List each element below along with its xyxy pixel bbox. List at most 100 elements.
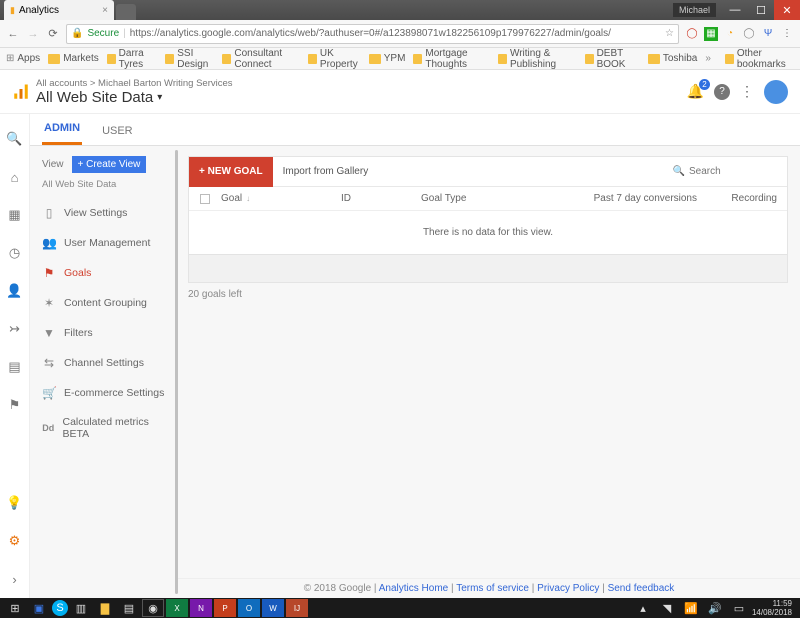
windows-taskbar: ⊞ ▣ S ▥ ▇ ▤ ◉ X N P O W IJ ▴ ◥ 📶 🔊 ▭ 11:… bbox=[0, 598, 800, 618]
maximize-button[interactable]: ☐ bbox=[748, 0, 774, 20]
tray-network-icon[interactable]: ◥ bbox=[656, 599, 678, 617]
notifications-icon[interactable]: 🔔2 bbox=[687, 83, 704, 100]
extension-icon[interactable]: ◔ bbox=[723, 27, 737, 41]
customization-icon[interactable]: ▦ bbox=[0, 196, 30, 234]
menu-user-management[interactable]: 👥User Management bbox=[36, 228, 172, 258]
bookmark-folder[interactable]: DEBT BOOK bbox=[585, 48, 640, 70]
omnibox[interactable]: 🔒 Secure | https://analytics.google.com/… bbox=[66, 24, 679, 44]
tray-wifi-icon[interactable]: 📶 bbox=[680, 599, 702, 617]
admin-tabs: ADMIN USER bbox=[30, 114, 800, 146]
bookmark-folder[interactable]: Writing & Publishing bbox=[498, 48, 577, 70]
app-header: All accounts > Michael Barton Writing Se… bbox=[0, 70, 800, 114]
import-from-gallery-link[interactable]: Import from Gallery bbox=[273, 166, 379, 177]
footer-link[interactable]: Terms of service bbox=[456, 583, 529, 594]
taskbar-skype-icon[interactable]: S bbox=[52, 600, 68, 616]
minimize-button[interactable]: — bbox=[722, 0, 748, 20]
bookmark-folder[interactable]: Toshiba bbox=[648, 53, 697, 64]
tray-battery-icon[interactable]: ▭ bbox=[728, 599, 750, 617]
view-selector[interactable]: All Web Site Data▾ bbox=[36, 89, 233, 106]
search-input[interactable] bbox=[689, 166, 779, 177]
chrome-user-chip[interactable]: Michael bbox=[673, 3, 716, 17]
col-goal[interactable]: Goal↓ bbox=[221, 193, 341, 204]
bookmark-star-icon[interactable]: ☆ bbox=[665, 28, 674, 39]
audience-icon[interactable]: 👤 bbox=[0, 272, 30, 310]
nav-back-icon[interactable]: ← bbox=[6, 28, 20, 40]
col-id[interactable]: ID bbox=[341, 193, 421, 204]
tray-volume-icon[interactable]: 🔊 bbox=[704, 599, 726, 617]
menu-calculated-metrics[interactable]: DdCalculated metrics BETA bbox=[36, 408, 172, 448]
close-tab-icon[interactable]: × bbox=[102, 5, 108, 16]
collapse-rail-icon[interactable]: › bbox=[0, 560, 30, 598]
realtime-icon[interactable]: ◷ bbox=[0, 234, 30, 272]
apps-shortcut[interactable]: ⊞Apps bbox=[6, 53, 40, 64]
bookmark-folder[interactable]: Markets bbox=[48, 53, 99, 64]
col-conversions[interactable]: Past 7 day conversions bbox=[561, 193, 717, 204]
footer-link[interactable]: Analytics Home bbox=[379, 583, 448, 594]
tab-admin[interactable]: ADMIN bbox=[42, 114, 82, 145]
extension-icon[interactable]: ◯ bbox=[685, 27, 699, 41]
more-menu-icon[interactable]: ⋮ bbox=[740, 83, 754, 100]
extension-icon[interactable]: ▦ bbox=[704, 27, 718, 41]
taskbar-word-icon[interactable]: W bbox=[262, 599, 284, 617]
taskbar-powerpoint-icon[interactable]: P bbox=[214, 599, 236, 617]
menu-channel-settings[interactable]: ⇆Channel Settings bbox=[36, 348, 172, 378]
help-icon[interactable]: ? bbox=[714, 84, 730, 100]
bookmarks-bar: ⊞Apps Markets Darra Tyres SSI Design Con… bbox=[0, 48, 800, 70]
bookmark-folder[interactable]: Darra Tyres bbox=[107, 48, 158, 70]
menu-filters[interactable]: ▼Filters bbox=[36, 318, 172, 348]
other-bookmarks[interactable]: Other bookmarks bbox=[725, 48, 794, 70]
window-close-button[interactable]: ✕ bbox=[774, 0, 800, 20]
taskbar-onenote-icon[interactable]: N bbox=[190, 599, 212, 617]
bookmark-folder[interactable]: UK Property bbox=[308, 48, 361, 70]
home-icon[interactable]: ⌂ bbox=[0, 158, 30, 196]
system-clock[interactable]: 11:59 14/08/2018 bbox=[752, 599, 796, 617]
bookmark-folder[interactable]: YPM bbox=[369, 53, 406, 64]
browser-tab[interactable]: ▮ Analytics × bbox=[4, 0, 114, 20]
taskbar-excel-icon[interactable]: X bbox=[166, 599, 188, 617]
taskbar-app-icon[interactable]: ▤ bbox=[118, 599, 140, 617]
behavior-icon[interactable]: ▤ bbox=[0, 348, 30, 386]
view-column: View + Create View All Web Site Data ▯Vi… bbox=[30, 146, 178, 598]
new-goal-button[interactable]: + NEW GOAL bbox=[189, 157, 273, 187]
taskbar-app-icon[interactable]: ▣ bbox=[28, 599, 50, 617]
taskbar-app-icon[interactable]: IJ bbox=[286, 599, 308, 617]
menu-content-grouping[interactable]: ✶Content Grouping bbox=[36, 288, 172, 318]
breadcrumb[interactable]: All accounts > Michael Barton Writing Se… bbox=[36, 78, 233, 89]
footer-link[interactable]: Send feedback bbox=[608, 583, 675, 594]
select-all-checkbox[interactable] bbox=[200, 194, 210, 204]
users-icon: 👥 bbox=[42, 236, 56, 250]
taskbar-folder-icon[interactable]: ▇ bbox=[94, 599, 116, 617]
goals-search[interactable]: 🔍 bbox=[665, 166, 787, 177]
dd-icon: Dd bbox=[42, 423, 55, 433]
tray-up-icon[interactable]: ▴ bbox=[632, 599, 654, 617]
conversions-icon[interactable]: ⚑ bbox=[0, 386, 30, 424]
footer-link[interactable]: Privacy Policy bbox=[537, 583, 599, 594]
bookmark-folder[interactable]: SSI Design bbox=[165, 48, 214, 70]
start-button[interactable]: ⊞ bbox=[4, 599, 26, 617]
chrome-menu-icon[interactable]: ⋮ bbox=[780, 27, 794, 41]
menu-ecommerce-settings[interactable]: 🛒E-commerce Settings bbox=[36, 378, 172, 408]
bookmark-folder[interactable]: Consultant Connect bbox=[222, 48, 300, 70]
menu-goals[interactable]: ⚑Goals bbox=[36, 258, 172, 288]
col-recording[interactable]: Recording bbox=[717, 193, 787, 204]
create-view-button[interactable]: + Create View bbox=[72, 156, 147, 173]
extension-icon[interactable]: ◯ bbox=[742, 27, 756, 41]
bookmark-folder[interactable]: Mortgage Thoughts bbox=[413, 48, 490, 70]
taskbar-app-icon[interactable]: ▥ bbox=[70, 599, 92, 617]
menu-view-settings[interactable]: ▯View Settings bbox=[36, 198, 172, 228]
nav-forward-icon[interactable]: → bbox=[26, 28, 40, 40]
admin-gear-icon[interactable]: ⚙ bbox=[0, 522, 30, 560]
search-icon[interactable]: 🔍 bbox=[0, 120, 30, 158]
reload-icon[interactable]: ⟳ bbox=[46, 27, 60, 40]
left-rail: 🔍 ⌂ ▦ ◷ 👤 ↣ ▤ ⚑ 💡 ⚙ › bbox=[0, 114, 30, 598]
new-tab-button[interactable] bbox=[116, 4, 136, 20]
taskbar-outlook-icon[interactable]: O bbox=[238, 599, 260, 617]
discover-icon[interactable]: 💡 bbox=[0, 484, 30, 522]
extension-icon[interactable]: Ψ bbox=[761, 27, 775, 41]
tab-user[interactable]: USER bbox=[100, 117, 135, 145]
taskbar-chrome-icon[interactable]: ◉ bbox=[142, 599, 164, 617]
avatar[interactable] bbox=[764, 80, 788, 104]
acquisition-icon[interactable]: ↣ bbox=[0, 310, 30, 348]
bookmarks-overflow[interactable]: » bbox=[705, 53, 711, 64]
col-type[interactable]: Goal Type bbox=[421, 193, 561, 204]
